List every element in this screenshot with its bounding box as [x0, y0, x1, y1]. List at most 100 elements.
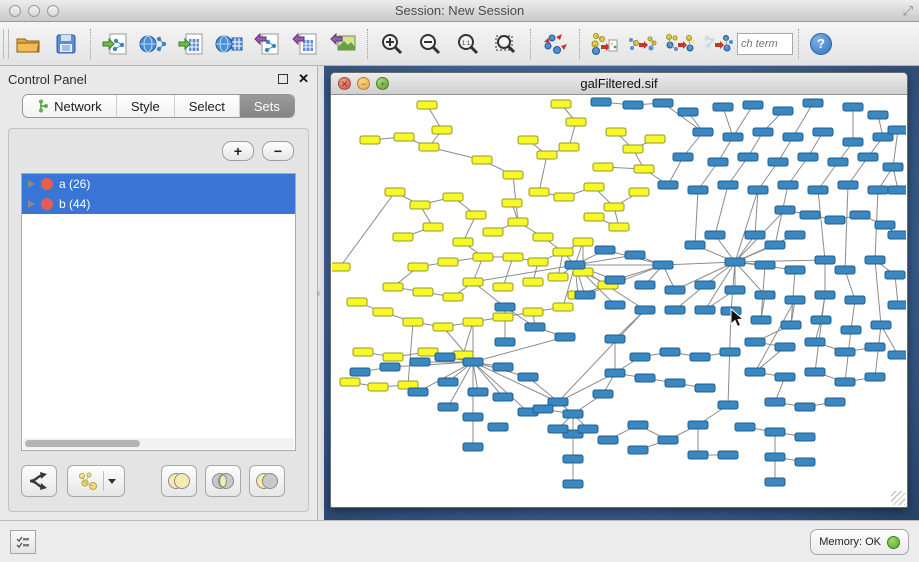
graph-node-yellow[interactable] — [528, 258, 548, 266]
graph-node-yellow[interactable] — [353, 348, 373, 356]
graph-node-blue[interactable] — [748, 186, 768, 194]
graph-node-blue[interactable] — [753, 128, 773, 136]
graph-node-blue[interactable] — [495, 338, 515, 346]
list-item-set-a[interactable]: a (26) — [22, 174, 295, 194]
float-panel-icon[interactable] — [278, 74, 288, 84]
graph-node-blue[interactable] — [653, 99, 673, 107]
zoom-out-button[interactable] — [411, 26, 449, 62]
graph-node-blue[interactable] — [745, 231, 765, 239]
graph-node-blue[interactable] — [825, 398, 845, 406]
graph-node-blue[interactable] — [888, 301, 906, 309]
graph-node-blue[interactable] — [735, 423, 755, 431]
graph-node-blue[interactable] — [695, 384, 715, 392]
graph-node-blue[interactable] — [843, 138, 863, 146]
graph-node-blue[interactable] — [635, 281, 655, 289]
intersect-sets-button[interactable] — [205, 465, 241, 497]
graph-node-blue[interactable] — [725, 286, 745, 294]
graph-node-blue[interactable] — [805, 338, 825, 346]
graph-node-blue[interactable] — [708, 158, 728, 166]
tab-sets[interactable]: Sets — [239, 95, 294, 117]
graph-node-blue[interactable] — [563, 410, 583, 418]
graph-node-yellow[interactable] — [634, 165, 654, 173]
graph-node-blue[interactable] — [738, 153, 758, 161]
graph-node-blue[interactable] — [410, 358, 430, 366]
graph-node-yellow[interactable] — [503, 171, 523, 179]
graph-node-blue[interactable] — [595, 246, 615, 254]
graph-node-blue[interactable] — [665, 379, 685, 387]
graph-node-yellow[interactable] — [463, 318, 483, 326]
graph-node-blue[interactable] — [768, 158, 788, 166]
graph-node-blue[interactable] — [695, 306, 715, 314]
graph-node-blue[interactable] — [718, 401, 738, 409]
graph-node-yellow[interactable] — [584, 183, 604, 191]
graph-node-blue[interactable] — [605, 276, 625, 284]
graph-node-blue[interactable] — [438, 378, 458, 386]
graph-node-blue[interactable] — [695, 281, 715, 289]
graph-node-blue[interactable] — [745, 368, 765, 376]
graph-node-blue[interactable] — [865, 343, 885, 351]
graph-node-blue[interactable] — [688, 451, 708, 459]
graph-node-blue[interactable] — [868, 111, 888, 119]
graph-node-blue[interactable] — [533, 405, 553, 413]
graph-node-yellow[interactable] — [593, 163, 613, 171]
graph-node-blue[interactable] — [678, 108, 698, 116]
split-set-button[interactable] — [21, 465, 57, 497]
graph-node-blue[interactable] — [623, 101, 643, 109]
graph-node-blue[interactable] — [493, 393, 513, 401]
search-input[interactable] — [737, 33, 793, 55]
zoom-in-button[interactable] — [373, 26, 411, 62]
graph-node-blue[interactable] — [693, 128, 713, 136]
graph-node-blue[interactable] — [635, 374, 655, 382]
export-image-button[interactable] — [324, 26, 362, 62]
task-monitor-button[interactable] — [10, 530, 36, 554]
graph-node-blue[interactable] — [825, 216, 845, 224]
graph-node-blue[interactable] — [795, 458, 815, 466]
graph-node-blue[interactable] — [835, 378, 855, 386]
graph-node-yellow[interactable] — [394, 133, 414, 141]
graph-node-yellow[interactable] — [537, 151, 557, 159]
graph-node-blue[interactable] — [850, 211, 870, 219]
graph-node-yellow[interactable] — [503, 253, 523, 261]
graph-node-blue[interactable] — [841, 326, 861, 334]
graph-node-blue[interactable] — [781, 321, 801, 329]
graph-node-blue[interactable] — [578, 425, 598, 433]
graph-node-yellow[interactable] — [566, 118, 586, 126]
graph-node-yellow[interactable] — [383, 353, 403, 361]
graph-node-blue[interactable] — [488, 423, 508, 431]
select-from-selected-button[interactable] — [623, 26, 661, 62]
graph-node-blue[interactable] — [665, 306, 685, 314]
graph-node-yellow[interactable] — [529, 188, 549, 196]
graph-node-blue[interactable] — [883, 163, 903, 171]
graph-node-blue[interactable] — [518, 373, 538, 381]
graph-node-blue[interactable] — [775, 206, 795, 214]
select-hide-others-button[interactable] — [699, 26, 737, 62]
union-sets-button[interactable] — [161, 465, 197, 497]
graph-node-yellow[interactable] — [548, 273, 568, 281]
graph-node-blue[interactable] — [838, 181, 858, 189]
graph-node-yellow[interactable] — [502, 199, 522, 207]
graph-node-blue[interactable] — [773, 107, 793, 115]
graph-node-yellow[interactable] — [623, 145, 643, 153]
graph-node-blue[interactable] — [815, 291, 835, 299]
graph-node-blue[interactable] — [408, 388, 428, 396]
graph-node-blue[interactable] — [705, 231, 725, 239]
save-session-button[interactable] — [47, 26, 85, 62]
graph-node-blue[interactable] — [815, 256, 835, 264]
graph-node-yellow[interactable] — [385, 188, 405, 196]
graph-node-blue[interactable] — [493, 363, 513, 371]
graph-node-blue[interactable] — [798, 153, 818, 161]
graph-node-blue[interactable] — [765, 398, 785, 406]
graph-node-yellow[interactable] — [553, 248, 573, 256]
graph-node-blue[interactable] — [755, 261, 775, 269]
graph-node-yellow[interactable] — [629, 188, 649, 196]
list-item-set-b[interactable]: b (44) — [22, 194, 295, 214]
zoom-actual-button[interactable]: 1:1 — [449, 26, 487, 62]
graph-node-yellow[interactable] — [403, 318, 423, 326]
network-canvas[interactable] — [332, 95, 906, 506]
open-session-button[interactable] — [9, 26, 47, 62]
graph-node-blue[interactable] — [660, 348, 680, 356]
graph-node-yellow[interactable] — [340, 378, 360, 386]
graph-node-blue[interactable] — [828, 158, 848, 166]
graph-node-yellow[interactable] — [408, 263, 428, 271]
graph-node-blue[interactable] — [808, 186, 828, 194]
